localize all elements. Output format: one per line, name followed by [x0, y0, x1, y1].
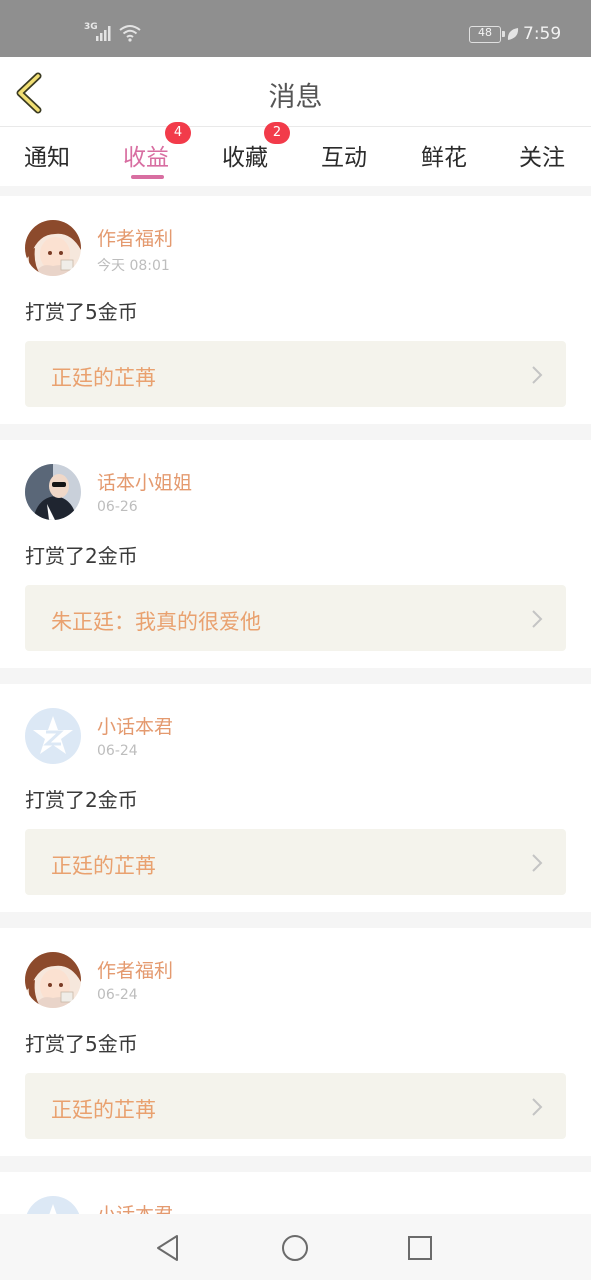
divider: [0, 912, 591, 928]
active-tab-indicator: [131, 175, 164, 179]
triangle-back-icon[interactable]: [153, 1233, 183, 1263]
divider: [0, 186, 591, 196]
message-time: 今天 08:01: [97, 258, 170, 274]
work-link[interactable]: 正廷的芷苒: [25, 1073, 566, 1139]
clock: 7:59: [523, 24, 562, 44]
tab-notice[interactable]: 通知: [24, 138, 70, 172]
work-title: 正廷的芷苒: [51, 1098, 156, 1122]
message-time: 06-24: [97, 743, 138, 759]
work-link[interactable]: 正廷的芷苒: [25, 829, 566, 895]
favorites-badge: 2: [264, 122, 290, 144]
message-card: 小话本君 06-24 打赏了2金币 正廷的芷苒: [0, 684, 591, 912]
app-logo-avatar[interactable]: [25, 1196, 81, 1214]
work-link[interactable]: 正廷的芷苒: [25, 341, 566, 407]
chevron-right-icon: [532, 366, 543, 384]
tab-earnings[interactable]: 收益: [123, 138, 169, 172]
page-title: 消息: [268, 82, 323, 113]
system-nav-bar: [0, 1214, 591, 1280]
divider: [0, 424, 591, 440]
message-time: 06-24: [97, 987, 138, 1003]
signal-icon: [96, 26, 111, 41]
username[interactable]: 作者福利: [97, 224, 173, 251]
header: 消息: [0, 57, 591, 127]
message-card: 作者福利 06-24 打赏了5金币 正廷的芷苒: [0, 928, 591, 1156]
username[interactable]: 作者福利: [97, 956, 173, 983]
username[interactable]: 小话本君: [97, 1200, 173, 1214]
work-title: 正廷的芷苒: [51, 366, 156, 390]
anime-girl-avatar[interactable]: [25, 952, 81, 1008]
message-text: 打赏了2金币: [25, 544, 138, 568]
divider: [0, 1156, 591, 1172]
username[interactable]: 小话本君: [97, 712, 173, 739]
earnings-badge: 4: [165, 122, 191, 144]
tab-interaction[interactable]: 互动: [321, 138, 367, 172]
message-text: 打赏了5金币: [25, 300, 138, 324]
battery-level: 48: [478, 26, 492, 39]
photo-avatar[interactable]: [25, 464, 81, 520]
message-time: 06-26: [97, 499, 138, 515]
tab-follow[interactable]: 关注: [519, 138, 565, 172]
message-card: 话本小姐姐 06-26 打赏了2金币 朱正廷：我真的很爱他: [0, 440, 591, 668]
chevron-right-icon: [532, 1098, 543, 1116]
work-title: 朱正廷：我真的很爱他: [51, 610, 261, 634]
leaf-icon: [507, 28, 519, 40]
circle-home-icon[interactable]: [280, 1233, 310, 1263]
tab-favorites[interactable]: 收藏: [222, 138, 268, 172]
work-link[interactable]: 朱正廷：我真的很爱他: [25, 585, 566, 651]
tab-bar: 通知 收益 收藏 互动 鲜花 关注 4 2: [0, 122, 591, 186]
anime-girl-avatar[interactable]: [25, 220, 81, 276]
username[interactable]: 话本小姐姐: [97, 468, 192, 495]
wifi-icon: [119, 25, 141, 42]
tab-flowers[interactable]: 鲜花: [421, 138, 467, 172]
square-recents-icon[interactable]: [405, 1233, 435, 1263]
message-text: 打赏了2金币: [25, 788, 138, 812]
chevron-right-icon: [532, 610, 543, 628]
message-card: 小话本君: [0, 1172, 591, 1214]
message-card: 作者福利 今天 08:01 打赏了5金币 正廷的芷苒: [0, 196, 591, 424]
battery-icon: 48: [469, 26, 505, 43]
status-bar: 3G 48 7:59: [0, 0, 591, 57]
message-text: 打赏了5金币: [25, 1032, 138, 1056]
work-title: 正廷的芷苒: [51, 854, 156, 878]
app-logo-avatar[interactable]: [25, 708, 81, 764]
chevron-right-icon: [532, 854, 543, 872]
divider: [0, 668, 591, 684]
